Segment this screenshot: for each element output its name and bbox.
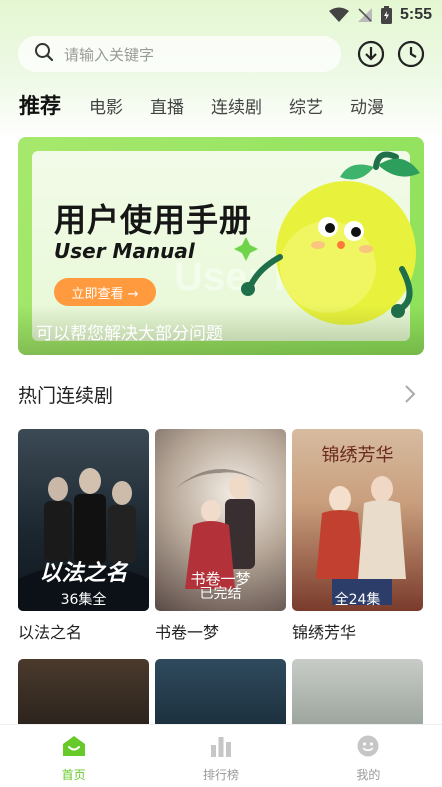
episode-badge: 全24集 bbox=[334, 592, 381, 608]
drama-poster[interactable] bbox=[292, 659, 423, 729]
profile-icon bbox=[356, 735, 380, 761]
ranking-icon bbox=[209, 735, 233, 761]
search-input[interactable]: 请输入关键字 bbox=[64, 44, 154, 65]
banner-caption: 可以帮您解决大部分问题 bbox=[36, 324, 223, 344]
episode-badge: 已完结 bbox=[199, 586, 242, 602]
signal-off-icon bbox=[357, 7, 373, 23]
nav-profile-label: 我的 bbox=[356, 768, 381, 782]
poster-title-art: 以法之名 bbox=[39, 561, 128, 586]
chevron-right-icon[interactable] bbox=[404, 384, 416, 408]
status-bar: 5:55 bbox=[0, 0, 442, 30]
history-icon[interactable] bbox=[396, 39, 426, 69]
drama-poster[interactable] bbox=[18, 659, 149, 729]
nav-ranking[interactable]: 排行榜 bbox=[147, 725, 294, 787]
poster-title-art: 锦绣芳华 bbox=[321, 445, 394, 466]
drama-poster[interactable] bbox=[155, 659, 286, 729]
drama-title[interactable]: 锦绣芳华 bbox=[292, 619, 423, 643]
tab-anime[interactable]: 动漫 bbox=[350, 93, 384, 118]
download-icon[interactable] bbox=[356, 39, 386, 69]
drama-title[interactable]: 书卷一梦 bbox=[155, 619, 286, 643]
nav-profile[interactable]: 我的 bbox=[295, 725, 442, 787]
nav-ranking-label: 排行榜 bbox=[202, 768, 239, 782]
drama-poster[interactable]: 锦绣芳华 全24集 bbox=[292, 429, 423, 611]
battery-icon bbox=[380, 6, 392, 24]
wifi-icon bbox=[328, 7, 349, 23]
drama-card[interactable]: 以法之名 36集全 以法之名 bbox=[18, 429, 149, 643]
bottom-nav: 首页 排行榜 我的 bbox=[0, 724, 442, 787]
banner[interactable]: 用户使用手册 User Manual User Manual 立即查看 → 可以… bbox=[18, 137, 424, 355]
tab-series[interactable]: 连续剧 bbox=[211, 93, 262, 118]
search-bar[interactable]: 请输入关键字 bbox=[18, 36, 341, 72]
drama-card[interactable]: 锦绣芳华 全24集 锦绣芳华 bbox=[292, 429, 423, 643]
lemon-mascot-icon bbox=[234, 151, 420, 325]
drama-poster[interactable]: 以法之名 36集全 bbox=[18, 429, 149, 611]
banner-view-button[interactable]: 立即查看 → bbox=[54, 278, 156, 306]
tab-movie[interactable]: 电影 bbox=[89, 93, 123, 118]
drama-card[interactable]: 书卷一梦 已完结 书卷一梦 bbox=[155, 429, 286, 643]
nav-home[interactable]: 首页 bbox=[0, 725, 147, 787]
category-tabs: 推荐 电影 直播 连续剧 综艺 动漫 bbox=[0, 82, 442, 128]
section-title: 热门连续剧 bbox=[18, 385, 114, 407]
tab-live[interactable]: 直播 bbox=[150, 93, 184, 118]
status-time: 5:55 bbox=[399, 6, 432, 23]
tab-variety[interactable]: 综艺 bbox=[289, 93, 323, 118]
banner-title: 用户使用手册 bbox=[54, 201, 253, 239]
tab-recommend[interactable]: 推荐 bbox=[19, 90, 61, 120]
search-icon bbox=[34, 42, 54, 66]
nav-home-label: 首页 bbox=[61, 768, 86, 782]
drama-poster[interactable]: 书卷一梦 已完结 bbox=[155, 429, 286, 611]
drama-title[interactable]: 以法之名 bbox=[18, 619, 149, 643]
home-icon bbox=[62, 735, 86, 761]
episode-badge: 36集全 bbox=[60, 592, 107, 608]
